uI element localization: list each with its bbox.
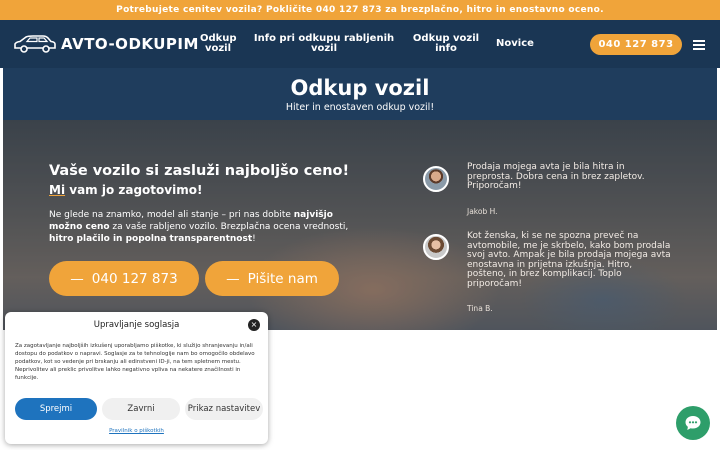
hero-text-bold: hitro plačilo in popolna transparentnost xyxy=(49,234,253,244)
view-preferences-button[interactable]: Prikaz nastavitev xyxy=(185,398,263,420)
nav-item-odkup-vozil[interactable]: Odkup vozil xyxy=(192,34,244,54)
testimonial-author: Jakob H. xyxy=(467,207,498,216)
hero-section: Vaše vozilo si zasluži najboljšo ceno! M… xyxy=(3,120,717,330)
call-phone-button[interactable]: — 040 127 873 xyxy=(49,261,199,296)
hamburger-menu-icon[interactable] xyxy=(693,40,705,52)
top-announcement-bar: Potrebujete cenitev vozila? Pokličite 04… xyxy=(0,0,720,20)
hero-paragraph: Ne glede na znamko, model ali stanje – p… xyxy=(49,209,364,245)
page-subtitle: Hiter in enostaven odkup vozil! xyxy=(285,102,435,113)
testimonial-text: Kot ženska, ki se ne spozna preveč na av… xyxy=(467,231,671,289)
hero-subheading-rest: vam jo zagotovimo! xyxy=(65,183,203,197)
testimonial-text: Prodaja mojega avta je bila hitra in pre… xyxy=(467,162,645,191)
dash-icon: — xyxy=(70,270,84,287)
chat-widget-button[interactable] xyxy=(676,406,710,440)
hero-subheading-underlined: Mi xyxy=(49,183,66,197)
close-icon[interactable]: × xyxy=(248,319,260,331)
call-phone-label: 040 127 873 xyxy=(91,270,178,287)
consent-title: Upravljanje soglasja xyxy=(93,320,180,330)
nav-item-odkup-vozil-info[interactable]: Odkup vozil info xyxy=(404,34,488,54)
chat-icon xyxy=(685,416,701,430)
testimonial-author: Tina B. xyxy=(467,304,493,313)
page-title: Odkup vozil xyxy=(290,76,430,100)
hero-subheading: Mi vam jo zagotovimo! xyxy=(49,183,202,197)
avatar xyxy=(423,166,449,192)
nav-item-info-odkup-rabljenih[interactable]: Info pri odkupu rabljenih vozil xyxy=(244,34,404,54)
consent-body-text: Za zagotavljanje najboljših izkušenj upo… xyxy=(15,343,255,381)
page-title-section: Odkup vozil Hiter in enostaven odkup voz… xyxy=(3,68,717,120)
car-logo-icon xyxy=(14,35,56,53)
write-us-label: Pišite nam xyxy=(247,270,318,287)
hero-text: Ne glede na znamko, model ali stanje – p… xyxy=(49,210,294,220)
cookie-policy-link[interactable]: Pravilnik o piškotkih xyxy=(5,428,268,434)
avatar xyxy=(423,234,449,260)
nav-menu: Odkup vozil Info pri odkupu rabljenih vo… xyxy=(192,20,542,68)
dash-icon: — xyxy=(226,270,240,287)
main-navigation: AVTO-ODKUPIM Odkup vozil Info pri odkupu… xyxy=(0,20,720,68)
site-logo[interactable]: AVTO-ODKUPIM xyxy=(13,34,199,54)
hero-text: za vaše rabljeno vozilo. Brezplačna ocen… xyxy=(109,222,349,232)
logo-text: AVTO-ODKUPIM xyxy=(61,35,199,53)
announcement-text: Potrebujete cenitev vozila? Pokličite 04… xyxy=(116,5,604,15)
cookie-consent-dialog: Upravljanje soglasja × Za zagotavljanje … xyxy=(5,312,268,444)
write-us-button[interactable]: — Pišite nam xyxy=(205,261,339,296)
accept-button[interactable]: Sprejmi xyxy=(15,398,97,420)
header-phone-button[interactable]: 040 127 873 xyxy=(590,34,682,55)
nav-item-novice[interactable]: Novice xyxy=(488,39,542,49)
deny-button[interactable]: Zavrni xyxy=(102,398,180,420)
hero-heading: Vaše vozilo si zasluži najboljšo ceno! xyxy=(49,163,350,179)
hero-text: ! xyxy=(252,234,256,244)
